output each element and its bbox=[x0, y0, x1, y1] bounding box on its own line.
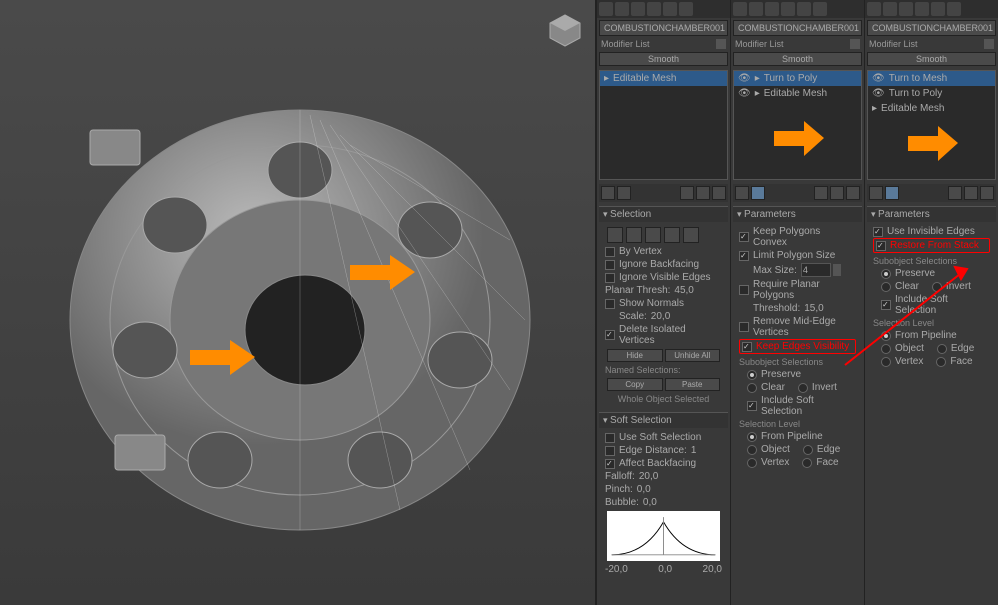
stack-item: 👁▸Editable Mesh bbox=[734, 86, 861, 101]
copy-button[interactable]: Copy bbox=[607, 378, 663, 391]
subobject-icons[interactable] bbox=[605, 225, 722, 245]
chevron-down-icon[interactable] bbox=[850, 39, 860, 49]
chevron-down-icon[interactable] bbox=[716, 39, 726, 49]
keep-convex-check[interactable] bbox=[739, 232, 749, 242]
panel-tabs[interactable] bbox=[731, 0, 864, 18]
preserve-radio[interactable] bbox=[747, 370, 757, 380]
stack-item: ▸Editable Mesh bbox=[600, 71, 727, 86]
use-soft-check bbox=[605, 433, 615, 443]
annotation-arrow bbox=[908, 126, 958, 161]
face-radio[interactable] bbox=[802, 458, 812, 468]
req-planar-check[interactable] bbox=[739, 285, 749, 295]
command-panels: COMBUSTIONCHAMBER001 Modifier List Smoot… bbox=[596, 0, 998, 605]
model-wireframe bbox=[50, 40, 550, 560]
viewport[interactable] bbox=[0, 0, 596, 605]
stack-toolbar[interactable] bbox=[733, 184, 862, 202]
soft-selection-rollout[interactable]: ▾ Soft Selection bbox=[599, 412, 728, 428]
restore-check[interactable] bbox=[876, 241, 886, 251]
modifier-stack[interactable]: 👁Turn to Mesh 👁Turn to Poly ▸Editable Me… bbox=[867, 70, 996, 180]
vertex-radio[interactable] bbox=[747, 458, 757, 468]
clear-radio[interactable] bbox=[747, 383, 757, 393]
falloff-curve bbox=[607, 511, 720, 561]
selection-rollout[interactable]: ▾ Selection bbox=[599, 206, 728, 222]
unhide-button[interactable]: Unhide All bbox=[665, 349, 721, 362]
parameters-rollout[interactable]: ▾ Parameters bbox=[733, 206, 862, 222]
panel-tabs[interactable] bbox=[865, 0, 998, 18]
keep-edges-check[interactable] bbox=[742, 342, 752, 352]
panel-3: COMBUSTIONCHAMBER001 Modifier List Smoot… bbox=[864, 0, 998, 605]
object-radio[interactable] bbox=[747, 445, 757, 455]
max-size-input[interactable] bbox=[801, 263, 831, 277]
stack-toolbar[interactable] bbox=[599, 184, 728, 202]
chevron-down-icon[interactable] bbox=[984, 39, 994, 49]
stack-toolbar[interactable] bbox=[867, 184, 996, 202]
stack-item: 👁Turn to Poly bbox=[868, 86, 995, 101]
from-pipeline-radio[interactable] bbox=[747, 432, 757, 442]
modifier-list-dropdown[interactable]: Modifier List bbox=[601, 39, 712, 49]
remove-mid-check[interactable] bbox=[739, 322, 749, 332]
invert-radio[interactable] bbox=[798, 383, 808, 393]
modifier-list-dropdown[interactable]: Modifier List bbox=[735, 39, 846, 49]
parameters-rollout[interactable]: ▾ Parameters bbox=[867, 206, 996, 222]
edge-radio[interactable] bbox=[803, 445, 813, 455]
limit-poly-check[interactable] bbox=[739, 251, 749, 261]
restore-highlight: Restore From Stack bbox=[873, 238, 990, 253]
smooth-button[interactable]: Smooth bbox=[733, 52, 862, 66]
show-normals-check bbox=[605, 299, 615, 309]
affect-back-check bbox=[605, 459, 615, 469]
ignore-backfacing-check bbox=[605, 260, 615, 270]
smooth-button[interactable]: Smooth bbox=[867, 52, 996, 66]
annotation-red-arrow bbox=[835, 255, 985, 375]
hide-button[interactable]: Hide bbox=[607, 349, 663, 362]
object-name[interactable]: COMBUSTIONCHAMBER001 bbox=[733, 20, 862, 36]
object-name[interactable]: COMBUSTIONCHAMBER001 bbox=[867, 20, 996, 36]
use-invis-check[interactable] bbox=[873, 227, 883, 237]
paste-button[interactable]: Paste bbox=[665, 378, 721, 391]
modifier-list-dropdown[interactable]: Modifier List bbox=[869, 39, 980, 49]
by-vertex-check bbox=[605, 247, 615, 257]
include-soft-check[interactable] bbox=[747, 401, 757, 411]
annotation-arrow bbox=[774, 121, 824, 156]
stack-item: 👁Turn to Mesh bbox=[868, 71, 995, 86]
stack-item: 👁▸Turn to Poly bbox=[734, 71, 861, 86]
panel-tabs[interactable] bbox=[597, 0, 730, 18]
panel-1: COMBUSTIONCHAMBER001 Modifier List Smoot… bbox=[596, 0, 730, 605]
modifier-stack[interactable]: ▸Editable Mesh bbox=[599, 70, 728, 180]
modifier-stack[interactable]: 👁▸Turn to Poly 👁▸Editable Mesh bbox=[733, 70, 862, 180]
smooth-button[interactable]: Smooth bbox=[599, 52, 728, 66]
viewcube[interactable] bbox=[545, 10, 585, 50]
ignore-visible-check bbox=[605, 273, 615, 283]
object-name[interactable]: COMBUSTIONCHAMBER001 bbox=[599, 20, 728, 36]
delete-iso-check[interactable] bbox=[605, 330, 615, 340]
stack-item: ▸Editable Mesh bbox=[868, 101, 995, 116]
